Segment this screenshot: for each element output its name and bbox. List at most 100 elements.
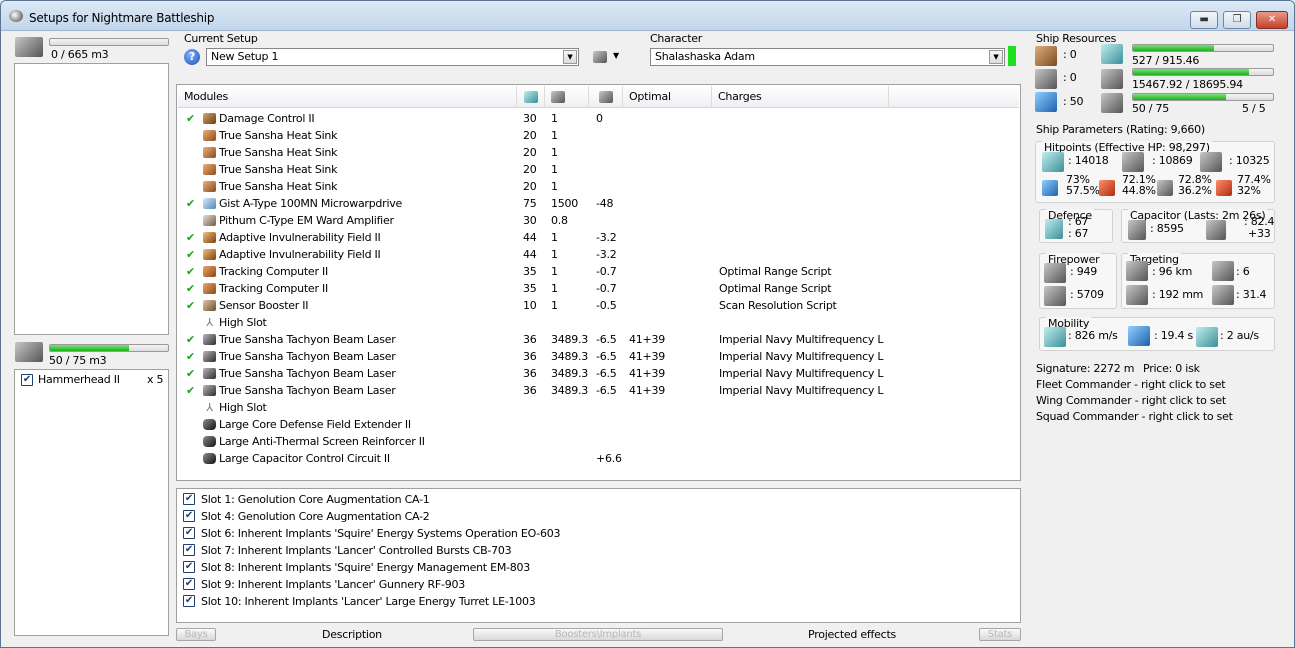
module-name: Damage Control II (219, 112, 315, 125)
list-item[interactable]: ✔ Slot 6: Inherent Implants 'Squire' Ener… (178, 525, 1019, 542)
tab-stats[interactable]: Stats (979, 628, 1021, 641)
table-row[interactable]: ⅄ High Slot (178, 399, 1019, 416)
capacitor-icon (1128, 220, 1146, 240)
squad-commander[interactable]: Squad Commander - right click to set (1036, 410, 1233, 423)
table-row[interactable]: ✔ Tracking Computer II 35 1 -0.7 Optimal Rang… (178, 263, 1019, 280)
tab-projected-effects[interactable]: Projected effects (808, 628, 896, 641)
drone-bay-bar (49, 344, 169, 352)
calibration: : 50 (1063, 95, 1084, 108)
empty-slot-icon: ⅄ (206, 316, 213, 329)
chevron-down-icon[interactable]: ▼ (613, 51, 619, 60)
table-row[interactable]: ✔ True Sansha Tachyon Beam Laser 36 3489.3-… (178, 331, 1019, 348)
implant-checkbox[interactable]: ✔ (183, 510, 195, 522)
cargo-list[interactable] (14, 63, 169, 335)
implant-checkbox[interactable]: ✔ (183, 561, 195, 573)
table-row[interactable]: ✔ Adaptive Invulnerability Field II 44 1 -3.… (178, 246, 1019, 263)
list-item[interactable]: ✔ Slot 7: Inherent Implants 'Lancer' Cont… (178, 542, 1019, 559)
em-resist-icon (1042, 180, 1058, 196)
drone-bay-bar-fill (50, 345, 129, 351)
title-bar[interactable]: Setups for Nightmare Battleship ▬ ❐ ✕ (1, 1, 1294, 31)
ship-menu-icon[interactable] (593, 51, 607, 63)
module-cpu: 35 (523, 265, 537, 278)
defence-value-2: : 67 (1068, 227, 1089, 240)
table-row[interactable]: True Sansha Heat Sink 20 1 (178, 127, 1019, 144)
module-capacitor: +6.6 (596, 452, 622, 465)
module-powergrid: 1 (551, 282, 558, 295)
module-powergrid: 1500 (551, 197, 578, 210)
align-time-icon (1128, 326, 1150, 346)
mobility-warp: : 2 au/s (1220, 329, 1259, 342)
table-row[interactable]: ✔ Damage Control II 30 1 0 (178, 110, 1019, 127)
laser-module-icon (203, 368, 216, 379)
implant-checkbox[interactable]: ✔ (183, 544, 195, 556)
wing-commander[interactable]: Wing Commander - right click to set (1036, 394, 1226, 407)
module-name: True Sansha Tachyon Beam Laser (219, 333, 396, 346)
table-row[interactable]: True Sansha Heat Sink 20 1 (178, 161, 1019, 178)
col-capacitor[interactable] (589, 86, 623, 108)
list-item[interactable]: ✔ Slot 4: Genolution Core Augmentation CA… (178, 508, 1019, 525)
table-row[interactable]: Pithum C-Type EM Ward Amplifier 30 0.8 (178, 212, 1019, 229)
table-row[interactable]: ✔ True Sansha Tachyon Beam Laser 36 3489.3-… (178, 382, 1019, 399)
table-row[interactable]: ✔ True Sansha Tachyon Beam Laser 36 3489.3-… (178, 348, 1019, 365)
col-charges[interactable]: Charges (712, 86, 889, 108)
list-item[interactable]: ✔ Slot 1: Genolution Core Augmentation CA… (178, 491, 1019, 508)
module-name: Large Anti-Thermal Screen Reinforcer II (219, 435, 425, 448)
col-optimal[interactable]: Optimal (623, 86, 712, 108)
module-powergrid: 0.8 (551, 214, 568, 227)
table-row[interactable]: Large Capacitor Control Circuit II +6.6 (178, 450, 1019, 467)
implant-checkbox[interactable]: ✔ (183, 595, 195, 607)
fleet-commander[interactable]: Fleet Commander - right click to set (1036, 378, 1226, 391)
active-check-icon: ✔ (186, 384, 195, 397)
implants-list[interactable]: ✔ Slot 1: Genolution Core Augmentation CA… (176, 488, 1021, 623)
list-item[interactable]: ✔ Slot 10: Inherent Implants 'Lancer' Lar… (178, 593, 1019, 610)
implant-checkbox[interactable]: ✔ (183, 493, 195, 505)
setup-dropdown[interactable]: New Setup 1 ▼ (206, 48, 579, 66)
drone-checkbox[interactable]: ✔ (21, 374, 33, 386)
module-cpu: 20 (523, 163, 537, 176)
module-capacitor: -0.7 (596, 265, 617, 278)
col-modules[interactable]: Modules (178, 86, 517, 108)
active-check-icon: ✔ (186, 282, 195, 295)
implant-checkbox[interactable]: ✔ (183, 527, 195, 539)
module-capacitor: -48 (596, 197, 614, 210)
tab-description[interactable]: Description (322, 628, 382, 641)
help-icon[interactable]: ? (184, 49, 200, 65)
empty-slot-icon: ⅄ (206, 401, 213, 414)
module-optimal: 41+39 (629, 367, 665, 380)
table-row[interactable]: ✔ Adaptive Invulnerability Field II 44 1 -3.… (178, 229, 1019, 246)
active-check-icon: ✔ (186, 367, 195, 380)
main-window: Setups for Nightmare Battleship ▬ ❐ ✕ 0 … (0, 0, 1295, 648)
setup-value: New Setup 1 (211, 50, 279, 63)
table-row[interactable]: Large Core Defense Field Extender II (178, 416, 1019, 433)
module-name: Gist A-Type 100MN Microwarpdrive (219, 197, 403, 210)
tab-bays[interactable]: Bays (176, 628, 216, 641)
table-row[interactable]: ✔ True Sansha Tachyon Beam Laser 36 3489.3-… (178, 365, 1019, 382)
list-item[interactable]: ✔ Slot 9: Inherent Implants 'Lancer' Gunn… (178, 576, 1019, 593)
drone-list[interactable]: ✔ Hammerhead II x 5 (14, 369, 169, 636)
close-button[interactable]: ✕ (1256, 11, 1288, 29)
minimize-button[interactable]: ▬ (1190, 11, 1218, 29)
module-cpu: 36 (523, 367, 537, 380)
character-dropdown[interactable]: Shalashaska Adam ▼ (650, 48, 1005, 66)
table-row[interactable]: True Sansha Heat Sink 20 1 (178, 178, 1019, 195)
table-row[interactable]: ✔ Sensor Booster II 10 1 -0.5 Scan Resolution… (178, 297, 1019, 314)
maximize-button[interactable]: ❐ (1223, 11, 1251, 29)
table-row[interactable]: ✔ Tracking Computer II 35 1 -0.7 Optimal Rang… (178, 280, 1019, 297)
module-name: Large Capacitor Control Circuit II (219, 452, 390, 465)
module-name: Tracking Computer II (219, 282, 328, 295)
table-row[interactable]: True Sansha Heat Sink 20 1 (178, 144, 1019, 161)
col-powergrid[interactable] (545, 86, 589, 108)
armor-icon (1122, 152, 1144, 172)
table-row[interactable]: ⅄ High Slot (178, 314, 1019, 331)
tab-boosters-implants[interactable]: Boosters\Implants (473, 628, 723, 641)
modules-table[interactable]: Modules Optimal Charges ✔ Damage Control … (176, 84, 1021, 481)
table-row[interactable]: Large Anti-Thermal Screen Reinforcer II (178, 433, 1019, 450)
launcher-hardpoint-icon (1035, 69, 1057, 89)
table-row[interactable]: ✔ Gist A-Type 100MN Microwarpdrive 75 1500 -… (178, 195, 1019, 212)
list-item[interactable]: ✔ Slot 8: Inherent Implants 'Squire' Ener… (178, 559, 1019, 576)
cpu-icon (1101, 44, 1123, 64)
implant-checkbox[interactable]: ✔ (183, 578, 195, 590)
col-cpu[interactable] (517, 86, 545, 108)
thermal-resist-armor: 44.8% (1122, 184, 1156, 197)
module-optimal: 41+39 (629, 333, 665, 346)
